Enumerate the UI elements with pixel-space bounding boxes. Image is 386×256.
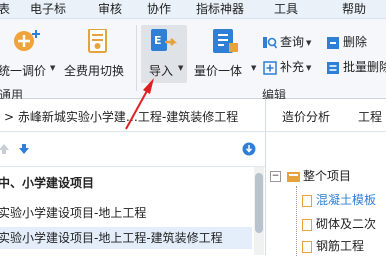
tree-item[interactable]: 中、小学建设项目 (0, 172, 252, 194)
tree-toolbar (0, 132, 265, 167)
pane-divider (265, 99, 266, 131)
tree-guide-line (296, 186, 298, 256)
tree-item[interactable]: 混凝土模板 (302, 190, 376, 210)
menu-item-collaborate[interactable]: 协作 (147, 2, 171, 16)
move-down-icon[interactable] (18, 143, 30, 155)
download-icon[interactable] (242, 142, 256, 156)
tree-item[interactable]: 实验小学建设项目-地上工程 (0, 202, 252, 224)
document-switch-icon (88, 29, 107, 53)
supplement-label: 补充 (280, 60, 305, 74)
tree-item[interactable]: 砌体及二次 (302, 214, 376, 234)
folder-icon (287, 171, 300, 182)
import-caret: ▼ (178, 64, 184, 72)
menu-item-review[interactable]: 审核 (98, 2, 122, 16)
unified-price-button[interactable]: 统一调价 ▼ (0, 25, 58, 81)
import-icon: E (151, 29, 178, 51)
unified-price-caret: ▼ (50, 64, 56, 72)
collapse-icon[interactable]: − (270, 171, 281, 182)
tree-root-label: 整个项目 (303, 169, 352, 183)
tree-root[interactable]: − 整个项目 (270, 166, 351, 186)
menu-item-table[interactable]: 表 (0, 2, 10, 16)
project-tree-pane: 中、小学建设项目 实验小学建设项目-地上工程 实验小学建设项目-地上工程-建筑装… (0, 132, 266, 255)
analysis-tree-pane: − 整个项目 混凝土模板 砌体及二次 钢筋工程 (266, 132, 386, 256)
move-up-icon[interactable] (0, 143, 10, 155)
tree-item-label: 中、小学建设项目 (0, 176, 95, 190)
svg-text:E: E (154, 34, 162, 47)
price-adjust-icon (14, 30, 40, 51)
menu-item-index-tool[interactable]: 指标神器 (196, 2, 244, 16)
menu-item-tools[interactable]: 工具 (274, 2, 298, 16)
breadcrumb-text[interactable]: 赤峰新城实验小学建…工程-建筑装修工程 (18, 110, 238, 124)
breadcrumb-chevron-icon: > (4, 110, 15, 124)
supplement-caret: ▼ (306, 63, 312, 72)
tree-scrollbar[interactable] (254, 167, 264, 255)
menu-item-e-bid[interactable]: 电子标 (30, 2, 66, 16)
quantity-price-icon (213, 29, 238, 53)
ribbon-separator (136, 25, 137, 91)
query-button[interactable]: 查询 ▼ (263, 33, 311, 51)
document-icon (302, 194, 312, 207)
tree-item-label: 钢筋工程 (316, 239, 365, 253)
import-button[interactable]: E 导入 ▼ (141, 25, 187, 83)
quantity-price-button[interactable]: 量价一体 ▼ (192, 25, 256, 81)
apply-all-button[interactable]: 全费用切换 (62, 25, 128, 81)
scrollbar-thumb[interactable] (255, 173, 263, 233)
tree-item-label: 砌体及二次 (316, 217, 377, 231)
query-icon (263, 36, 277, 48)
query-caret: ▼ (306, 38, 312, 47)
import-label: 导入 (149, 64, 174, 78)
tree-item-label: 混凝土模板 (316, 193, 377, 207)
tree-item[interactable]: 钢筋工程 (302, 236, 364, 256)
batch-delete-icon (327, 61, 339, 74)
delete-button[interactable]: 删除 (326, 33, 367, 51)
breadcrumb: > 赤峰新城实验小学建…工程-建筑装修工程 (4, 108, 238, 125)
batch-delete-button[interactable]: 批量删除 (326, 58, 386, 76)
document-icon (302, 240, 312, 253)
query-label: 查询 (280, 35, 305, 49)
tree-item-selected[interactable]: 实验小学建设项目-地上工程-建筑装修工程 (0, 227, 252, 249)
menu-item-help[interactable]: 帮助 (342, 2, 366, 16)
quantity-price-label: 量价一体 (194, 64, 243, 78)
tab-project[interactable]: 工程 (358, 108, 382, 125)
apply-all-label: 全费用切换 (64, 64, 125, 78)
tab-cost-analysis[interactable]: 造价分析 (282, 108, 330, 125)
project-path-bar: > 赤峰新城实验小学建…工程-建筑装修工程 造价分析 工程 (0, 99, 386, 132)
tree-item-label: 实验小学建设项目-地上工程 (0, 206, 147, 220)
ribbon: 统一调价 ▼ 全费用切换 E 导入 ▼ 量价一体 ▼ 查询 ▼ 补充 ▼ 删除 … (0, 19, 386, 102)
document-icon (302, 218, 312, 231)
unified-price-label: 统一调价 (0, 64, 47, 78)
batch-delete-label: 批量删除 (343, 60, 386, 74)
delete-label: 删除 (343, 35, 368, 49)
tree-item-label: 实验小学建设项目-地上工程-建筑装修工程 (0, 231, 223, 245)
delete-icon (327, 36, 339, 49)
supplement-button[interactable]: 补充 ▼ (263, 58, 311, 76)
quantity-price-caret: ▼ (251, 64, 257, 72)
menu-bar: 表 电子标 审核 协作 指标神器 工具 帮助 (0, 0, 386, 19)
supplement-icon (263, 60, 277, 75)
